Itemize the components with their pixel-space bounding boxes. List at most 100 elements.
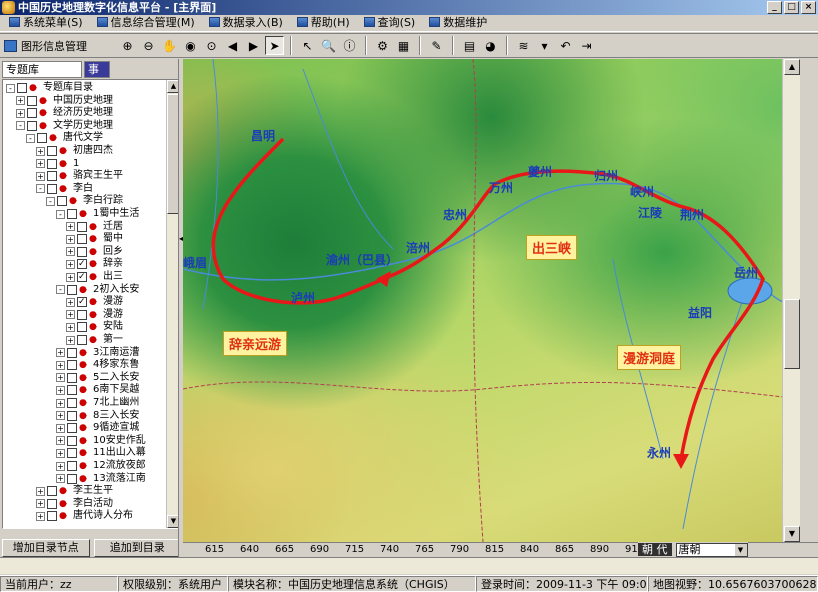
node-checkbox[interactable] bbox=[67, 435, 77, 446]
add-directory-node-button[interactable]: 增加目录节点 bbox=[2, 539, 90, 557]
expand-icon[interactable]: + bbox=[56, 423, 65, 433]
tree-node[interactable]: + ●̶ 4移家东鲁 bbox=[56, 359, 139, 371]
tree-node[interactable]: + ●̶ 出三 bbox=[66, 271, 123, 283]
city-label[interactable]: 峡州 bbox=[630, 183, 654, 200]
tree-node[interactable]: + ●̶ 骆宾王生平 bbox=[36, 170, 123, 182]
expand-icon[interactable]: + bbox=[66, 310, 75, 320]
node-checkbox[interactable] bbox=[27, 95, 37, 106]
graphic-info-management[interactable]: 图形信息管理 bbox=[4, 38, 87, 54]
edit-icon[interactable]: ✎ bbox=[427, 36, 446, 55]
maximize-button[interactable]: □ bbox=[784, 1, 799, 14]
expand-icon[interactable]: + bbox=[56, 373, 65, 383]
collapse-icon[interactable]: - bbox=[26, 133, 35, 143]
node-checkbox[interactable] bbox=[37, 133, 47, 144]
layers-icon[interactable]: ≋ bbox=[514, 36, 533, 55]
expand-icon[interactable]: + bbox=[36, 146, 45, 156]
tree-node[interactable]: + ●̶ 李白活动 bbox=[36, 498, 113, 510]
menu-info-management[interactable]: 信息综合管理(M) bbox=[90, 15, 202, 31]
expand-icon[interactable]: + bbox=[16, 96, 25, 106]
expand-icon[interactable]: + bbox=[56, 348, 65, 358]
tree-node[interactable]: + ●̶ 辞亲 bbox=[66, 258, 123, 270]
node-checkbox[interactable] bbox=[47, 158, 57, 169]
tree-node[interactable]: + ●̶ 初唐四杰 bbox=[36, 145, 113, 157]
expand-icon[interactable]: + bbox=[36, 159, 45, 169]
expand-icon[interactable]: + bbox=[56, 436, 65, 446]
expand-icon[interactable]: + bbox=[56, 398, 65, 408]
city-label[interactable]: 归州 bbox=[594, 167, 618, 184]
tree-node[interactable]: + ●̶ 12流放夜郎 bbox=[56, 460, 146, 472]
minimize-button[interactable]: _ bbox=[767, 1, 782, 14]
tree-node[interactable]: - ●̶ 1蜀中生活 bbox=[56, 208, 139, 220]
expand-icon[interactable]: + bbox=[66, 247, 75, 257]
node-checkbox[interactable] bbox=[67, 360, 77, 371]
node-checkbox[interactable] bbox=[47, 498, 57, 509]
expand-icon[interactable]: + bbox=[36, 499, 45, 509]
menu-help[interactable]: 帮助(H) bbox=[290, 15, 357, 31]
node-checkbox[interactable] bbox=[67, 423, 77, 434]
expand-icon[interactable]: + bbox=[56, 474, 65, 484]
tree-node[interactable]: + ●̶ 3江南运漕 bbox=[56, 347, 139, 359]
tree-node[interactable]: + ●̶ 李王生平 bbox=[36, 485, 113, 497]
zoom-globe-icon[interactable]: ⊙ bbox=[202, 36, 221, 55]
node-checkbox[interactable] bbox=[77, 246, 87, 257]
node-checkbox[interactable] bbox=[47, 171, 57, 182]
node-checkbox[interactable] bbox=[77, 335, 87, 345]
tree-node[interactable]: + ●̶ 迁居 bbox=[66, 221, 123, 233]
node-checkbox[interactable] bbox=[67, 398, 77, 408]
tree-node[interactable]: + ●̶ 5二入长安 bbox=[56, 372, 139, 384]
dropdown-arrow-icon[interactable]: ▼ bbox=[734, 543, 747, 556]
layer-properties-icon[interactable]: ⚙ bbox=[373, 36, 392, 55]
tree-node[interactable]: + ●̶ 漫游 bbox=[66, 296, 123, 308]
expand-icon[interactable]: + bbox=[66, 272, 75, 282]
undo-icon[interactable]: ↶ bbox=[556, 36, 575, 55]
city-label[interactable]: 忠州 bbox=[443, 206, 467, 223]
scroll-thumb[interactable] bbox=[784, 299, 800, 369]
expand-icon[interactable]: + bbox=[36, 486, 45, 496]
city-label[interactable]: 泸州 bbox=[291, 289, 315, 306]
collapse-icon[interactable]: - bbox=[6, 83, 15, 93]
expand-icon[interactable]: + bbox=[36, 511, 45, 521]
node-checkbox[interactable] bbox=[17, 83, 27, 93]
append-to-directory-button[interactable]: 追加到目录 bbox=[93, 539, 181, 557]
expand-icon[interactable]: + bbox=[66, 259, 75, 269]
node-checkbox[interactable] bbox=[67, 347, 77, 358]
tree-node[interactable]: - ●̶ 2初入长安 bbox=[56, 284, 139, 296]
expand-icon[interactable]: + bbox=[66, 234, 75, 244]
exit-icon[interactable]: ⇥ bbox=[577, 36, 596, 55]
tree-node[interactable]: + ●̶ 中国历史地理 bbox=[16, 95, 113, 107]
collapse-icon[interactable]: - bbox=[46, 196, 55, 206]
map-canvas[interactable]: 昌明 峨眉 渝州（巴县） 泸州 涪州 忠州 万州 夔州 归州 峡州 荆州 江陵 岳州 益阳 永州 辞亲远游 出… bbox=[183, 59, 800, 542]
city-label[interactable]: 荆州 bbox=[680, 206, 704, 223]
node-checkbox[interactable] bbox=[27, 120, 37, 131]
tree-node[interactable]: - ●̶ 李白 bbox=[36, 183, 93, 195]
find-icon[interactable]: 🔍 bbox=[319, 36, 338, 55]
legend-icon[interactable]: ▦ bbox=[394, 36, 413, 55]
city-label[interactable]: 昌明 bbox=[251, 127, 275, 144]
identify-icon[interactable]: ⓘ bbox=[340, 36, 359, 55]
select-feature-icon[interactable]: ↖ bbox=[298, 36, 317, 55]
node-checkbox[interactable] bbox=[47, 183, 57, 194]
tree-node[interactable]: - ●̶ 专题库目录 bbox=[6, 82, 93, 94]
expand-icon[interactable]: + bbox=[66, 322, 75, 332]
city-label[interactable]: 益阳 bbox=[688, 304, 712, 321]
node-checkbox[interactable] bbox=[67, 473, 77, 484]
expand-icon[interactable]: + bbox=[36, 171, 45, 181]
city-label[interactable]: 江陵 bbox=[638, 204, 662, 221]
dropdown-arrow-icon[interactable]: ▾ bbox=[535, 36, 554, 55]
tree-node[interactable]: + ●̶ 13流落江南 bbox=[56, 473, 146, 485]
collapse-icon[interactable]: - bbox=[56, 285, 65, 295]
menu-data-entry[interactable]: 数据录入(B) bbox=[202, 15, 290, 31]
scroll-down-icon[interactable]: ▼ bbox=[784, 526, 800, 542]
city-label[interactable]: 岳州 bbox=[734, 264, 758, 281]
tree-node[interactable]: + ●̶ 第一 bbox=[66, 334, 123, 346]
tree-node[interactable]: - ●̶ 文学历史地理 bbox=[16, 120, 113, 132]
expand-icon[interactable]: + bbox=[66, 335, 75, 345]
map-vertical-scrollbar[interactable]: ▲ ▼ bbox=[782, 59, 800, 542]
menu-system[interactable]: 系统菜单(S) bbox=[2, 15, 90, 31]
menu-query[interactable]: 查询(S) bbox=[357, 15, 423, 31]
node-checkbox[interactable] bbox=[77, 221, 87, 232]
node-checkbox[interactable] bbox=[27, 108, 37, 119]
node-checkbox[interactable] bbox=[67, 372, 77, 383]
table-icon[interactable]: ▤ bbox=[460, 36, 479, 55]
expand-icon[interactable]: + bbox=[66, 297, 75, 307]
